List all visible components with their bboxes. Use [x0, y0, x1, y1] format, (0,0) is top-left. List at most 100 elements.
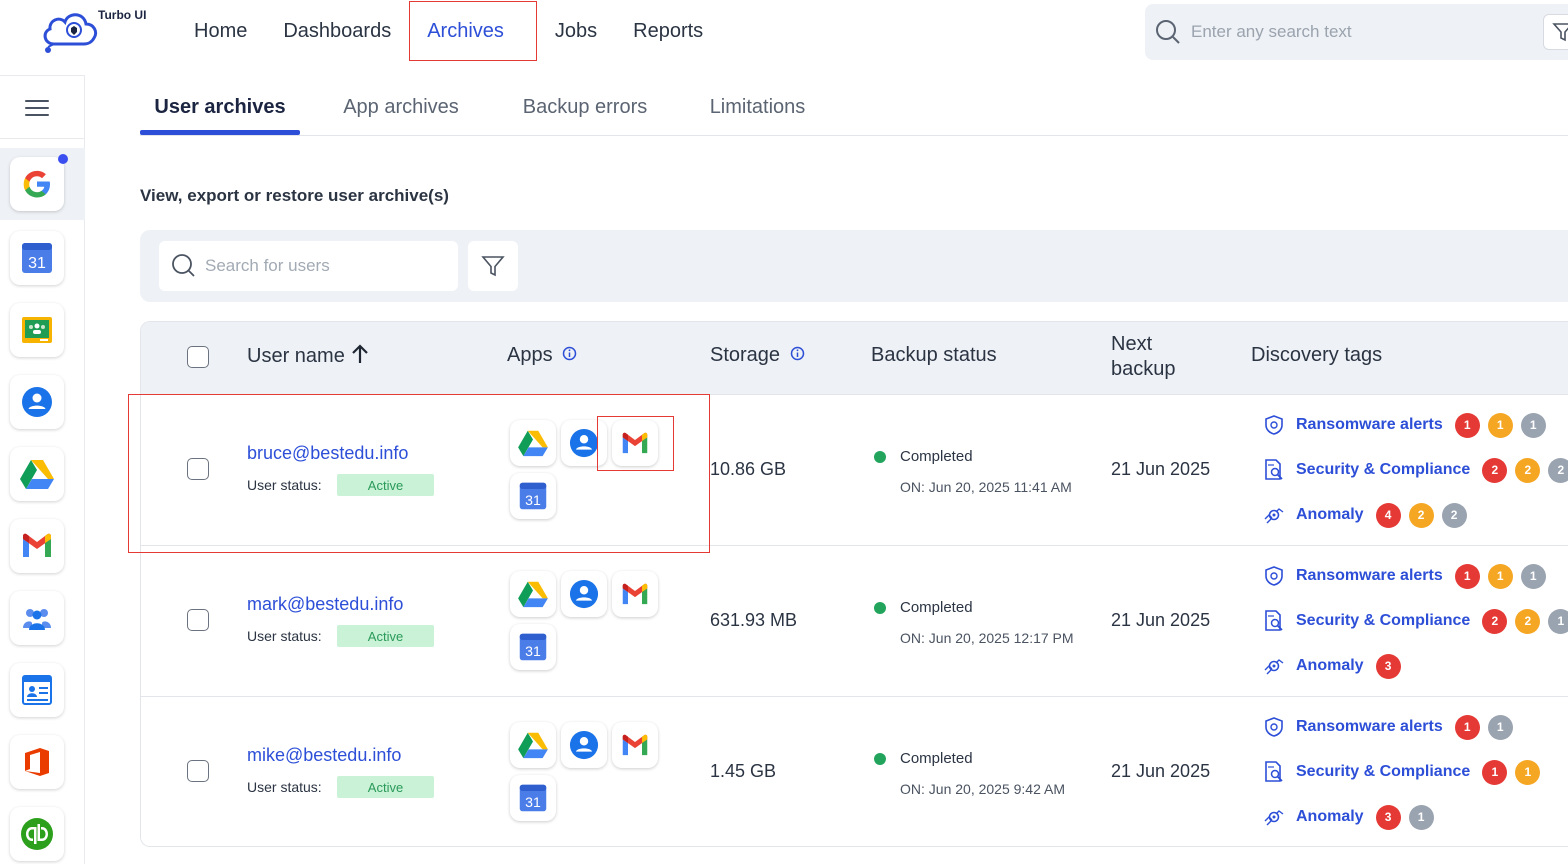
tag-ransomware-alerts[interactable]: Ransomware alerts 1 1 — [1263, 714, 1521, 740]
app-contacts-button[interactable] — [561, 722, 607, 768]
tab-user-archives[interactable]: User archives — [140, 78, 300, 136]
sidebar-app-quickbooks[interactable] — [10, 807, 64, 861]
turbo-ui-logo[interactable]: Turbo UI — [40, 6, 160, 56]
sidebar-app-contacts[interactable] — [10, 375, 64, 429]
row-checkbox[interactable] — [187, 458, 209, 480]
user-search-input[interactable]: Search for users — [159, 241, 458, 291]
tag-ransomware-alerts[interactable]: Ransomware alerts 1 1 1 — [1263, 563, 1554, 589]
app-calendar-button[interactable]: 31 — [510, 775, 556, 821]
anomaly-icon — [1263, 655, 1285, 677]
info-icon[interactable] — [790, 346, 805, 361]
document-search-icon — [1263, 610, 1285, 632]
shield-icon — [1263, 716, 1285, 738]
sidebar-app-gmail[interactable] — [10, 519, 64, 573]
gmail-icon — [23, 533, 51, 557]
backup-status-text: Completed — [900, 750, 973, 767]
sidebar-app-drive[interactable] — [10, 447, 64, 501]
nav-reports[interactable]: Reports — [615, 1, 721, 61]
header-apps: Apps — [507, 344, 577, 367]
tab-backup-errors[interactable]: Backup errors — [510, 78, 660, 136]
nav-home[interactable]: Home — [176, 1, 265, 61]
app-drive-button[interactable] — [510, 420, 556, 466]
tag-name: Security & Compliance — [1296, 461, 1471, 478]
user-email-link[interactable]: mike@bestedu.info — [247, 745, 401, 766]
global-search-placeholder: Enter any search text — [1191, 22, 1352, 41]
sidebar-app-calendar[interactable]: 31 — [10, 231, 64, 285]
row-checkbox[interactable] — [187, 760, 209, 782]
row-checkbox[interactable] — [187, 609, 209, 631]
svg-text:31: 31 — [525, 643, 541, 659]
app-drive-button[interactable] — [510, 722, 556, 768]
search-icon — [172, 254, 195, 277]
user-email-link[interactable]: bruce@bestedu.info — [247, 443, 408, 464]
filter-button[interactable] — [468, 241, 518, 291]
tag-name: Anomaly — [1296, 808, 1364, 825]
table-row[interactable]: bruce@bestedu.info User status: Active 3… — [141, 394, 1568, 545]
directory-icon — [22, 675, 52, 705]
sidebar-app-google[interactable] — [10, 157, 64, 211]
app-contacts-button[interactable] — [561, 571, 607, 617]
filter-icon — [481, 256, 505, 277]
app-calendar-button[interactable]: 31 — [510, 624, 556, 670]
user-status-label: User status: — [247, 628, 322, 644]
anomaly-icon — [1263, 806, 1285, 828]
google-icon — [23, 170, 50, 198]
sort-up-icon[interactable] — [350, 344, 370, 364]
app-contacts-button[interactable] — [561, 420, 607, 466]
archive-tabs: User archives App archives Backup errors… — [140, 78, 1568, 136]
count-badge: 1 — [1454, 412, 1480, 438]
tag-ransomware-alerts[interactable]: Ransomware alerts 1 1 1 — [1263, 412, 1554, 438]
global-filter-button[interactable] — [1543, 14, 1568, 50]
app-gmail-button[interactable] — [612, 722, 658, 768]
app-gmail-button[interactable] — [612, 420, 658, 466]
count-badge: 1 — [1487, 412, 1513, 438]
header-user-name[interactable]: User name — [247, 344, 370, 368]
tab-app-archives[interactable]: App archives — [330, 78, 472, 136]
tag-anomaly[interactable]: Anomaly 3 1 — [1263, 804, 1442, 830]
cloud-logo-icon — [43, 13, 98, 53]
brand-name: Turbo UI — [98, 8, 147, 22]
count-badge: 2 — [1548, 457, 1568, 483]
count-badge: 2 — [1482, 608, 1508, 634]
sidebar-app-directory[interactable] — [10, 663, 64, 717]
count-badge: 1 — [1520, 563, 1546, 589]
app-gmail-button[interactable] — [612, 571, 658, 617]
backup-status-text: Completed — [900, 448, 973, 465]
calendar-icon: 31 — [22, 243, 52, 273]
info-icon[interactable] — [562, 346, 577, 361]
count-badge: 1 — [1515, 759, 1541, 785]
global-search-input[interactable]: Enter any search text — [1145, 4, 1568, 60]
user-status-label: User status: — [247, 477, 322, 493]
select-all-checkbox[interactable] — [187, 346, 209, 368]
user-email-link[interactable]: mark@bestedu.info — [247, 594, 403, 615]
sidebar-app-classroom[interactable] — [10, 303, 64, 357]
tag-name: Security & Compliance — [1296, 612, 1471, 629]
tag-security-compliance[interactable]: Security & Compliance 2 2 2 — [1263, 457, 1568, 483]
count-badge: 2 — [1515, 457, 1541, 483]
drive-icon — [20, 460, 54, 489]
tag-security-compliance[interactable]: Security & Compliance 1 1 — [1263, 759, 1548, 785]
app-calendar-button[interactable]: 31 — [510, 473, 556, 519]
menu-icon[interactable] — [25, 100, 49, 118]
top-navigation: Home Dashboards Archives Jobs Reports — [176, 0, 721, 62]
tab-limitations[interactable]: Limitations — [700, 78, 815, 136]
header-storage: Storage — [710, 344, 805, 367]
nav-archives[interactable]: Archives — [409, 1, 537, 61]
table-row[interactable]: mike@bestedu.info User status: Active 31… — [141, 696, 1568, 846]
sidebar-app-groups[interactable] — [10, 591, 64, 645]
tag-anomaly[interactable]: Anomaly 3 — [1263, 653, 1409, 679]
filter-icon — [1552, 23, 1568, 42]
nav-dashboards[interactable]: Dashboards — [265, 1, 409, 61]
count-badge: 1 — [1548, 608, 1568, 634]
header-backup-status: Backup status — [871, 344, 997, 366]
tag-security-compliance[interactable]: Security & Compliance 2 2 1 — [1263, 608, 1568, 634]
anomaly-icon — [1263, 504, 1285, 526]
count-badge: 3 — [1375, 804, 1401, 830]
drive-icon — [518, 732, 548, 759]
sidebar-app-office[interactable] — [10, 735, 64, 789]
app-drive-button[interactable] — [510, 571, 556, 617]
tag-anomaly[interactable]: Anomaly 4 2 2 — [1263, 502, 1475, 528]
table-row[interactable]: mark@bestedu.info User status: Active 31… — [141, 545, 1568, 696]
gmail-icon — [622, 734, 648, 755]
nav-jobs[interactable]: Jobs — [537, 1, 615, 61]
